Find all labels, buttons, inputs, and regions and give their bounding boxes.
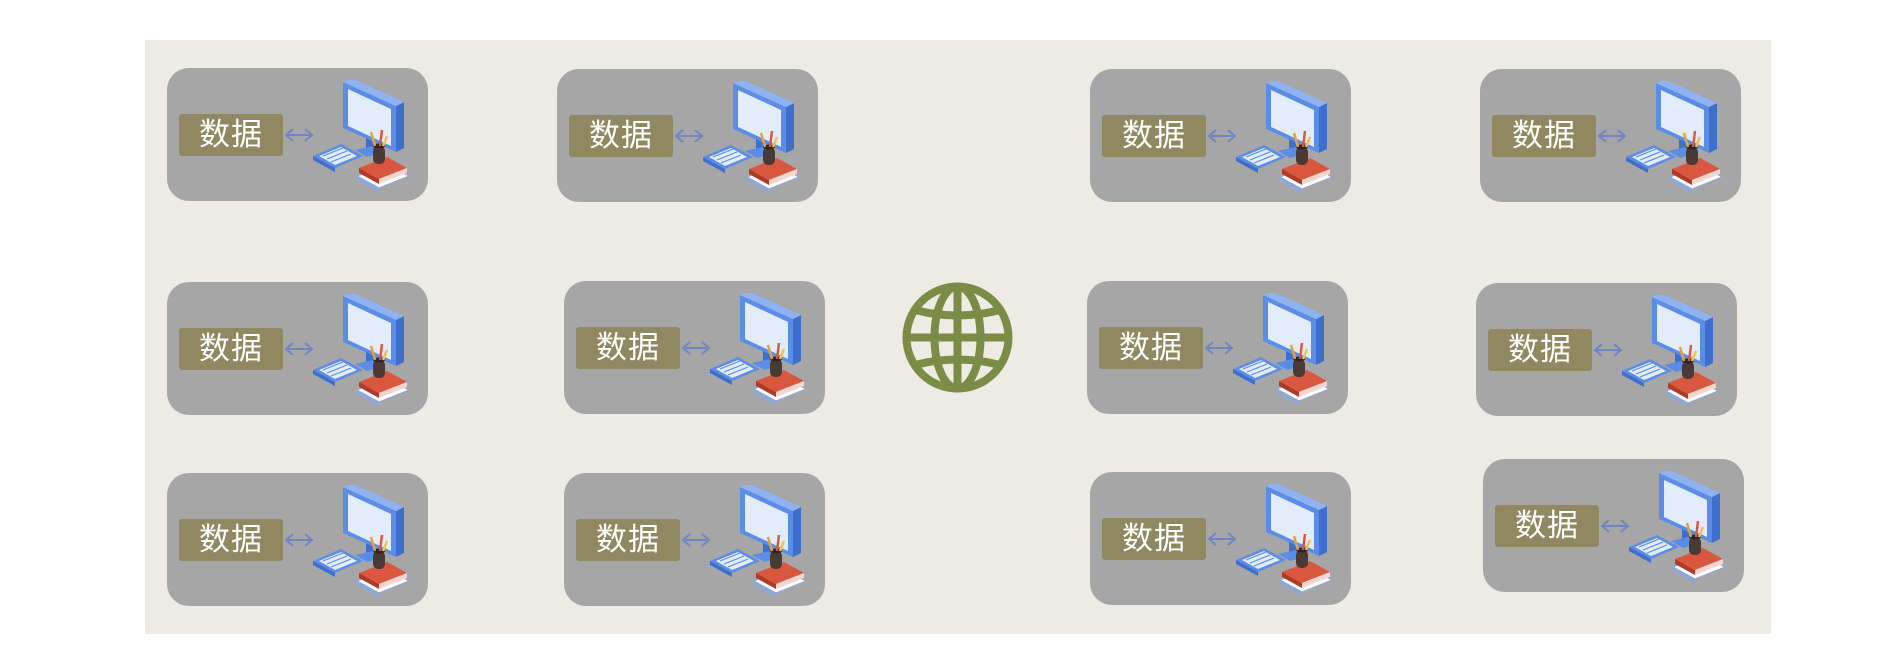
node-label: 数据 (576, 519, 680, 561)
computer-desk-icon (701, 81, 807, 193)
computer-desk-icon (1234, 81, 1340, 193)
computer-desk-icon (708, 293, 814, 405)
data-node: 数据 (167, 68, 428, 201)
node-label: 数据 (179, 328, 283, 370)
node-label: 数据 (1492, 115, 1596, 157)
computer-desk-icon (1231, 293, 1337, 405)
data-node: 数据 (1476, 283, 1737, 416)
node-label: 数据 (1102, 518, 1206, 560)
node-label: 数据 (1488, 329, 1592, 371)
computer-desk-icon (1620, 295, 1726, 407)
computer-desk-icon (708, 485, 814, 597)
data-node: 数据 (1480, 69, 1741, 202)
data-node: 数据 (557, 69, 818, 202)
data-node: 数据 (1087, 281, 1348, 414)
globe-icon (902, 282, 1013, 393)
node-label: 数据 (1102, 115, 1206, 157)
data-node: 数据 (167, 473, 428, 606)
data-node: 数据 (1090, 69, 1351, 202)
node-label: 数据 (1099, 327, 1203, 369)
data-node: 数据 (1483, 459, 1744, 592)
computer-desk-icon (311, 485, 417, 597)
data-node: 数据 (564, 473, 825, 606)
node-label: 数据 (179, 114, 283, 156)
node-label: 数据 (1495, 505, 1599, 547)
computer-desk-icon (1624, 81, 1730, 193)
node-label: 数据 (569, 115, 673, 157)
data-node: 数据 (1090, 472, 1351, 605)
computer-desk-icon (311, 80, 417, 192)
node-label: 数据 (576, 327, 680, 369)
data-node: 数据 (167, 282, 428, 415)
computer-desk-icon (1627, 471, 1733, 583)
computer-desk-icon (1234, 484, 1340, 596)
node-label: 数据 (179, 519, 283, 561)
data-node: 数据 (564, 281, 825, 414)
computer-desk-icon (311, 294, 417, 406)
